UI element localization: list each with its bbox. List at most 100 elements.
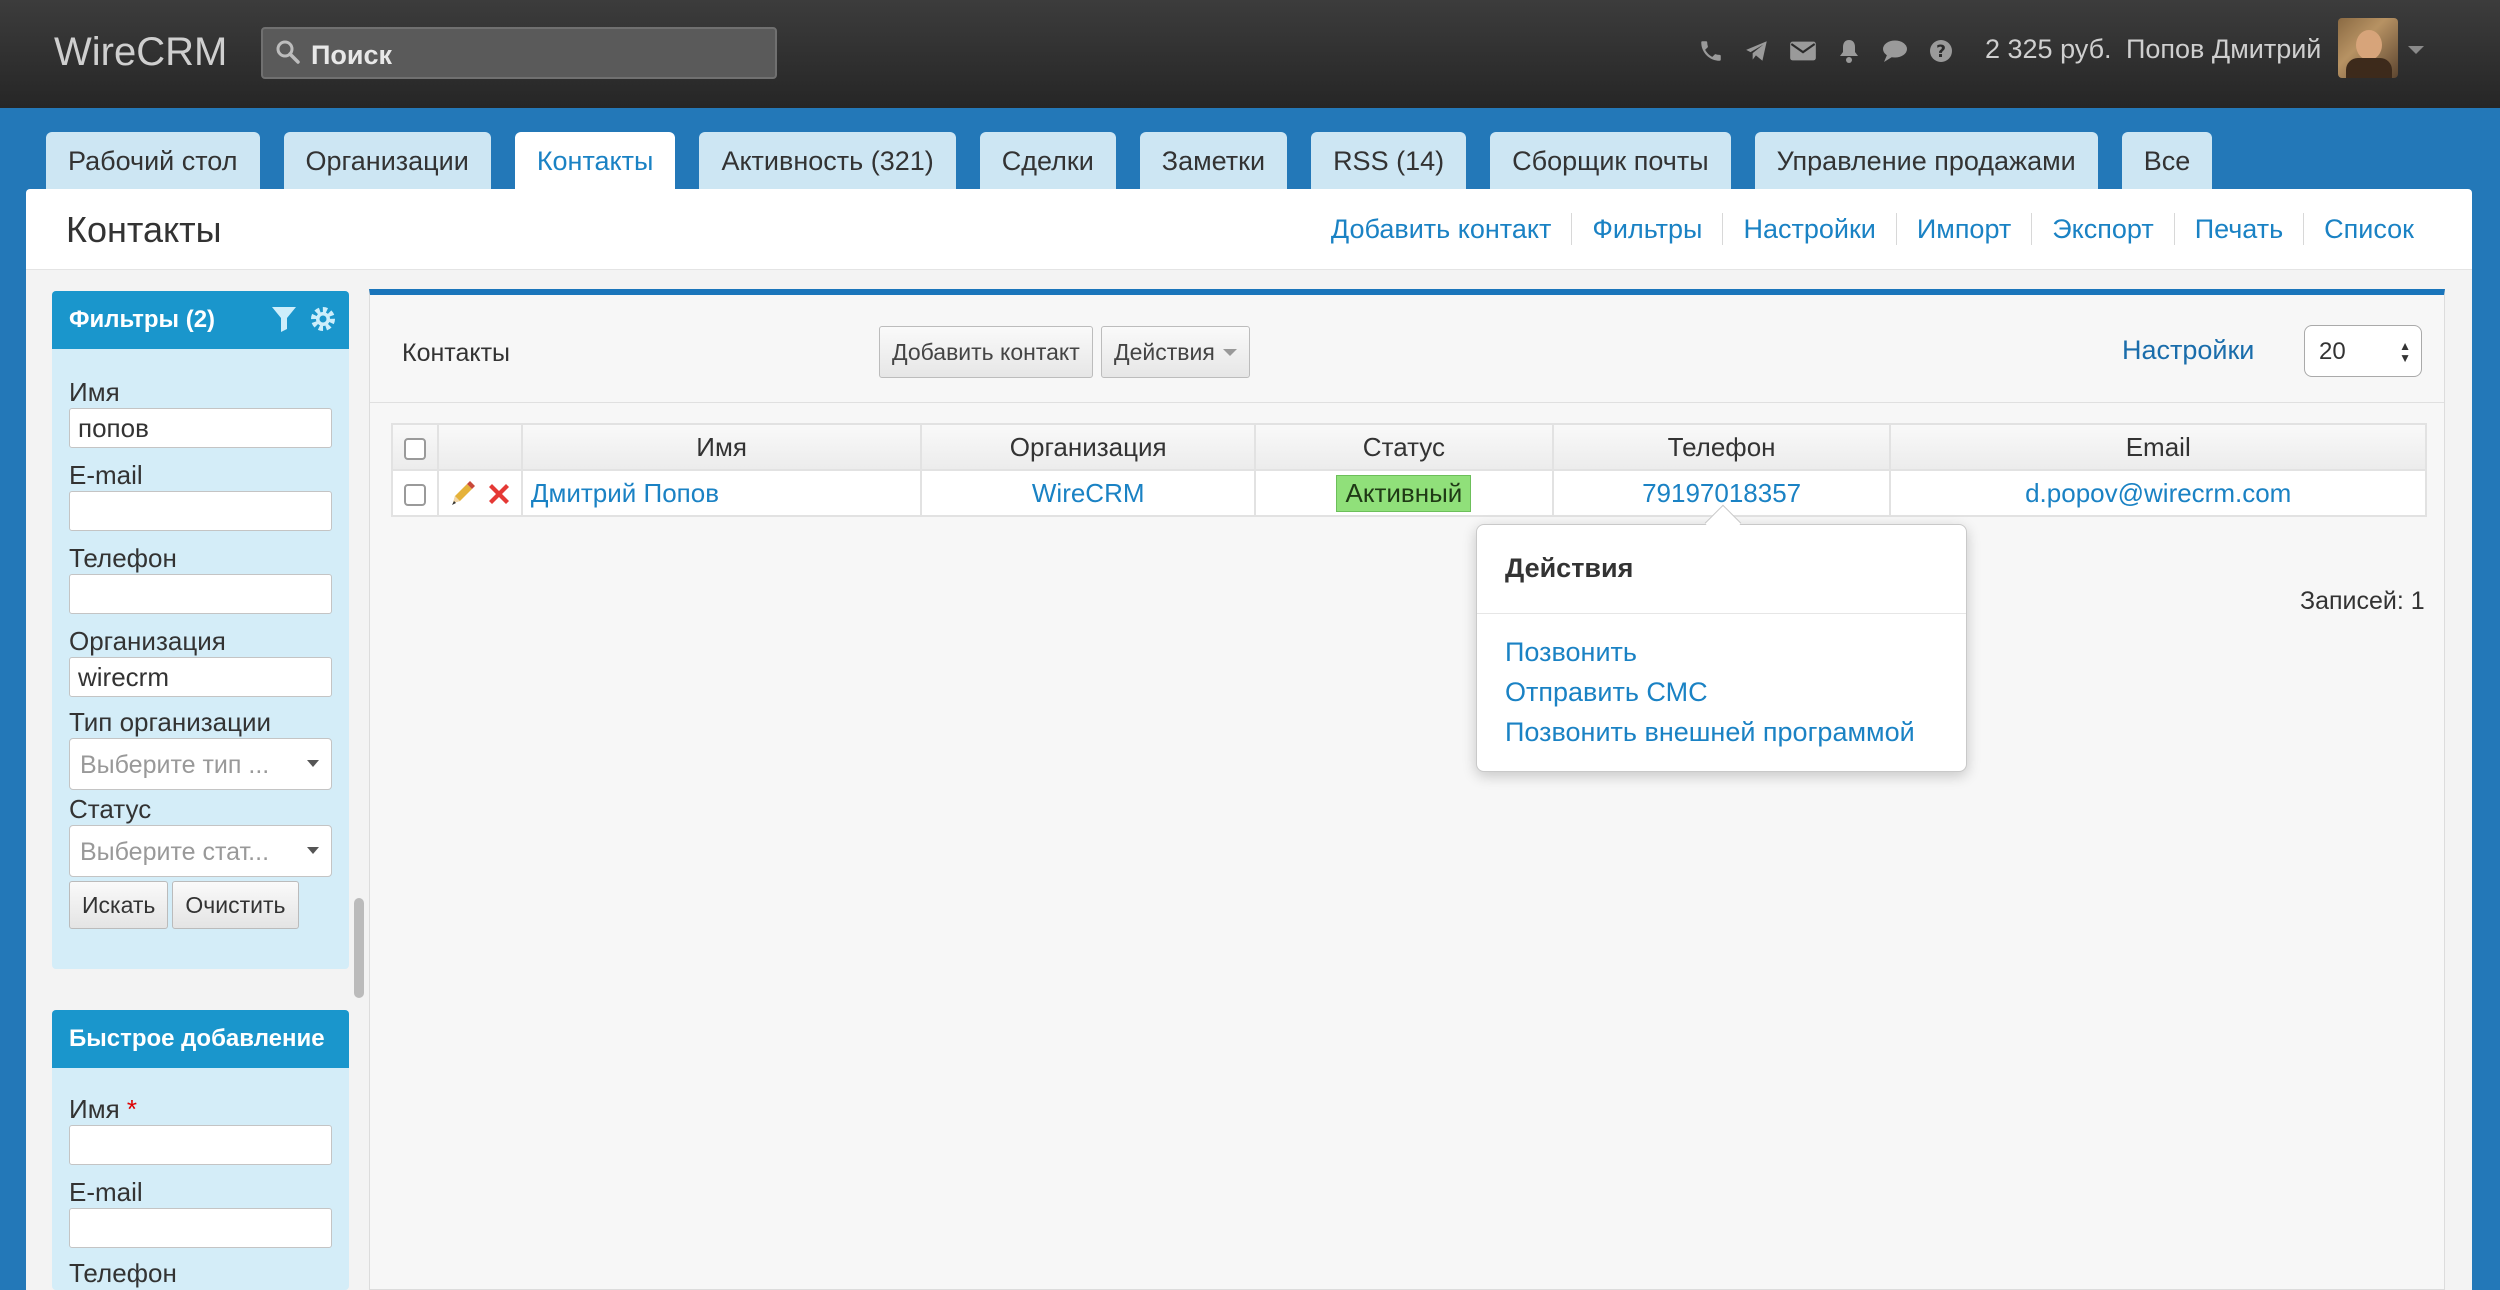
- avatar[interactable]: [2338, 18, 2398, 78]
- status-badge: Активный: [1336, 474, 1472, 512]
- chevron-down-icon: [307, 760, 319, 767]
- tab-all[interactable]: Все: [2121, 132, 2213, 190]
- call-action[interactable]: Позвонить: [1505, 637, 1637, 668]
- mail-icon[interactable]: [1788, 36, 1818, 66]
- phone-actions-popover: Действия Позвонить Отправить СМС Позвони…: [1476, 504, 1967, 772]
- quick-add-email-label: E-mail: [69, 1177, 143, 1207]
- filters-header: Фильтры (2): [52, 291, 349, 349]
- print-link[interactable]: Печать: [2173, 213, 2303, 245]
- contacts-content: Контакты Добавить контакт Действия Настр…: [369, 289, 2445, 1290]
- filter-org-input[interactable]: wirecrm: [69, 657, 332, 697]
- search-input[interactable]: Поиск: [311, 40, 392, 71]
- tab-organizations[interactable]: Организации: [283, 132, 491, 190]
- filters-box: Фильтры (2) Имя попов E-mail Телефон Орг…: [52, 291, 349, 969]
- select-all-checkbox[interactable]: [403, 437, 426, 460]
- required-mark: *: [126, 1094, 138, 1124]
- contact-name-link[interactable]: Дмитрий Попов: [531, 478, 719, 508]
- tab-rss[interactable]: RSS (14): [1311, 132, 1467, 190]
- filter-status-select[interactable]: Выберите стат...: [69, 825, 332, 877]
- column-header-phone[interactable]: Телефон: [1551, 423, 1892, 471]
- search-box[interactable]: Поиск: [261, 27, 777, 79]
- quick-add-name-text: Имя: [69, 1094, 120, 1124]
- chevron-down-icon[interactable]: [2408, 46, 2424, 54]
- email-cell: d.popov@wirecrm.com: [1889, 469, 2427, 517]
- top-bar: WireCRM Поиск ? 2 325 руб. Попов Дмитрий: [0, 0, 2500, 108]
- filter-email-input[interactable]: [69, 491, 332, 531]
- table-header: Имя Организация Статус Телефон Email: [391, 423, 2427, 471]
- tab-mail-collector[interactable]: Сборщик почты: [1490, 132, 1731, 190]
- phone-icon[interactable]: [1696, 36, 1726, 66]
- filter-icon[interactable]: [271, 305, 297, 333]
- filter-org-label: Организация: [69, 626, 226, 656]
- tab-notes[interactable]: Заметки: [1139, 132, 1288, 190]
- email-link[interactable]: d.popov@wirecrm.com: [2025, 478, 2291, 508]
- quick-add-phone-label: Телефон: [69, 1258, 177, 1288]
- send-sms-action[interactable]: Отправить СМС: [1505, 677, 1708, 708]
- add-contact-link[interactable]: Добавить контакт: [1311, 213, 1571, 245]
- page-title: Контакты: [66, 209, 222, 250]
- tab-sales-management[interactable]: Управление продажами: [1754, 132, 2098, 190]
- records-count: Записей: 1: [2300, 587, 2425, 615]
- tab-contacts[interactable]: Контакты: [514, 132, 676, 190]
- filter-email-label: E-mail: [69, 460, 143, 490]
- quick-add-email-input[interactable]: [69, 1208, 332, 1248]
- bell-icon[interactable]: [1834, 36, 1864, 66]
- status-cell: Активный: [1254, 469, 1554, 517]
- popover-header: Действия: [1477, 525, 1966, 614]
- quick-add-box: Быстрое добавление Имя * E-mail Телефон: [52, 1010, 349, 1290]
- filter-org-type-select[interactable]: Выберите тип ...: [69, 738, 332, 790]
- organization-link[interactable]: WireCRM: [1032, 478, 1145, 508]
- delete-icon[interactable]: [485, 480, 513, 508]
- app-logo[interactable]: WireCRM: [54, 30, 227, 75]
- list-link[interactable]: Список: [2303, 213, 2434, 245]
- add-contact-button[interactable]: Добавить контакт: [879, 326, 1093, 378]
- search-button[interactable]: Искать: [69, 881, 169, 929]
- import-link[interactable]: Импорт: [1895, 213, 2031, 245]
- call-external-program-action[interactable]: Позвонить внешней программой: [1505, 717, 1915, 748]
- updown-icon: ▲ ▼: [2399, 339, 2411, 365]
- per-page-value: 20: [2319, 338, 2346, 365]
- settings-link[interactable]: Настройки: [1722, 213, 1895, 245]
- tab-activity[interactable]: Активность (321): [699, 132, 956, 190]
- edit-pencil-icon[interactable]: [447, 479, 477, 509]
- filter-org-type-label: Тип организации: [69, 707, 272, 737]
- sidebar-scrollbar[interactable]: [354, 898, 364, 998]
- page-actions: Добавить контакт Фильтры Настройки Импор…: [1311, 213, 2434, 245]
- gear-icon[interactable]: [309, 305, 337, 333]
- tab-deals[interactable]: Сделки: [979, 132, 1116, 190]
- status-placeholder: Выберите стат...: [80, 838, 270, 866]
- column-header-email[interactable]: Email: [1889, 423, 2427, 471]
- column-header-name[interactable]: Имя: [520, 423, 923, 471]
- actions-dropdown-button[interactable]: Действия: [1101, 326, 1250, 378]
- filters-title: Фильтры (2): [69, 306, 216, 333]
- row-actions-cell: [436, 469, 523, 517]
- quick-add-title: Быстрое добавление: [69, 1025, 325, 1052]
- actions-column-header: [436, 423, 523, 471]
- user-name[interactable]: Попов Дмитрий: [2126, 34, 2321, 65]
- column-header-status[interactable]: Статус: [1254, 423, 1554, 471]
- chevron-down-icon: [1222, 348, 1237, 356]
- quick-add-header: Быстрое добавление: [52, 1010, 349, 1068]
- column-header-organization[interactable]: Организация: [920, 423, 1257, 471]
- telegram-icon[interactable]: [1742, 36, 1772, 66]
- chat-icon[interactable]: [1880, 36, 1910, 66]
- top-icon-bar: ?: [1696, 32, 1956, 70]
- quick-add-name-input[interactable]: [69, 1125, 332, 1165]
- filters-link[interactable]: Фильтры: [1571, 213, 1722, 245]
- filter-name-input[interactable]: попов: [69, 408, 332, 448]
- content-settings-link[interactable]: Настройки: [2122, 335, 2254, 366]
- phone-link[interactable]: 79197018357: [1642, 478, 1801, 508]
- select-all-cell: [391, 423, 439, 471]
- per-page-select[interactable]: 20 ▲ ▼: [2304, 325, 2422, 377]
- tab-desktop[interactable]: Рабочий стол: [46, 132, 260, 190]
- filter-phone-input[interactable]: [69, 574, 332, 614]
- svg-text:?: ?: [1936, 42, 1946, 62]
- organization-cell: WireCRM: [920, 469, 1257, 517]
- row-checkbox[interactable]: [403, 483, 426, 506]
- export-link[interactable]: Экспорт: [2031, 213, 2173, 245]
- actions-button-label: Действия: [1114, 338, 1215, 365]
- clear-button[interactable]: Очистить: [172, 881, 299, 929]
- help-icon[interactable]: ?: [1926, 36, 1956, 66]
- account-balance[interactable]: 2 325 руб.: [1985, 34, 2112, 65]
- search-icon: [276, 40, 300, 64]
